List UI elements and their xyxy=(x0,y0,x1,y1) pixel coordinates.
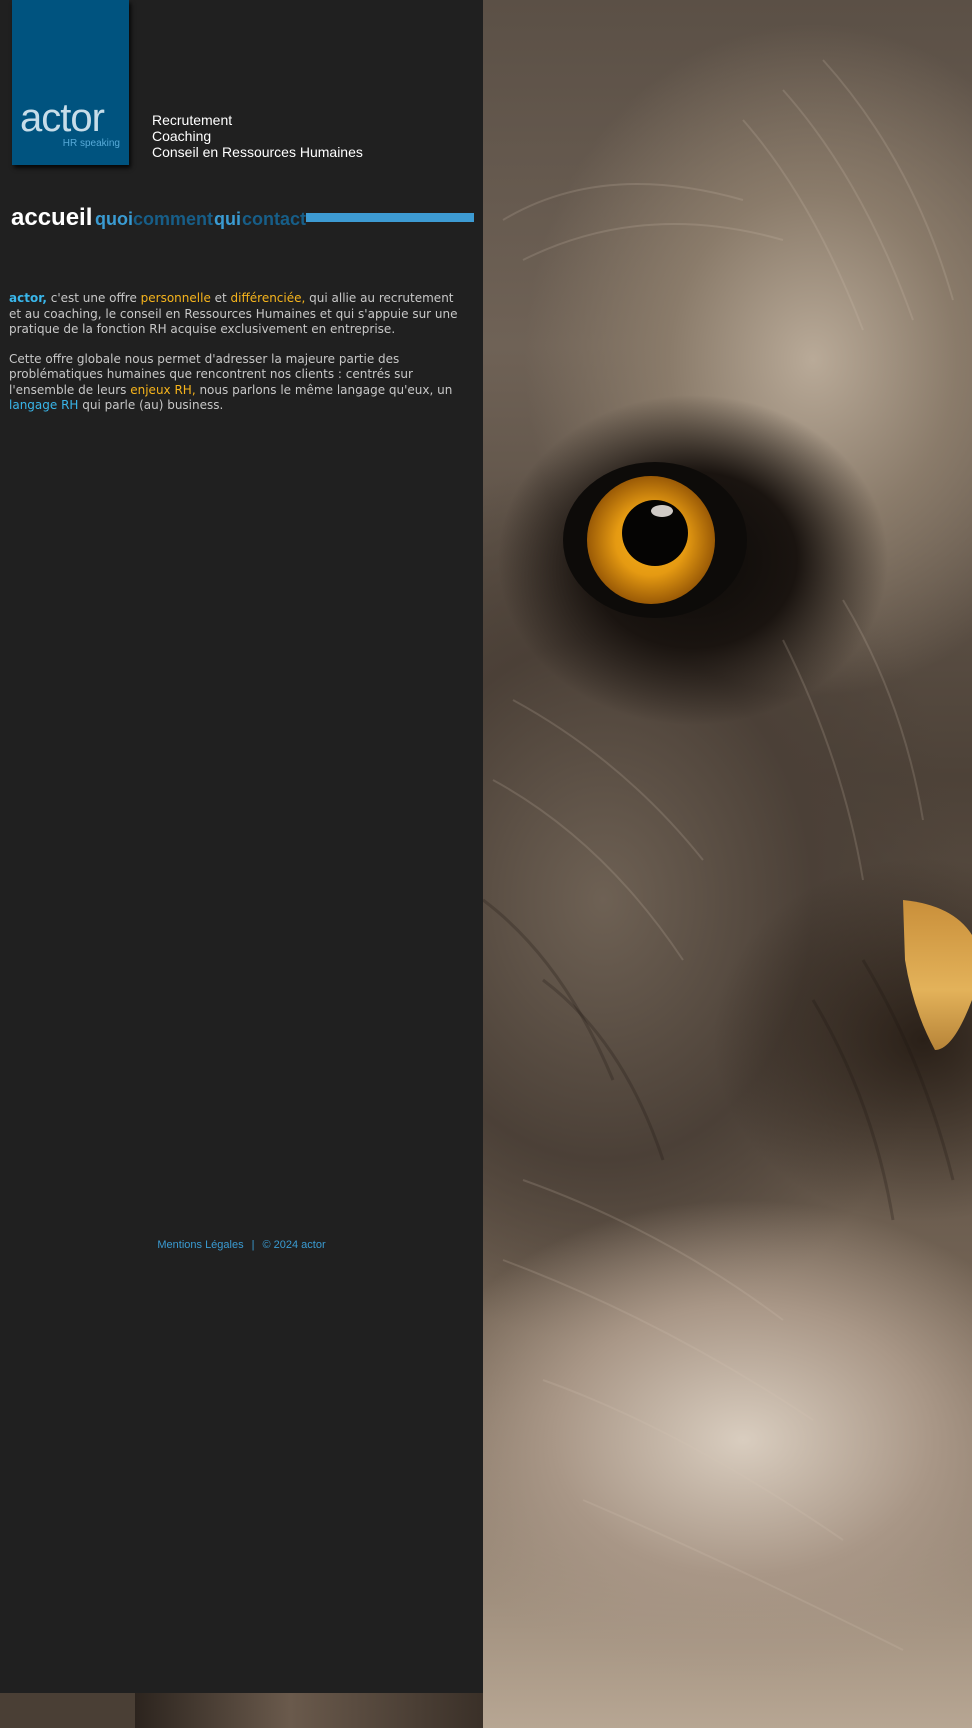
nav-item-quoi[interactable]: quoi xyxy=(95,210,133,228)
text-segment: nous parlons le même langage qu'eux, un xyxy=(195,382,453,397)
footer: Mentions Légales | © 2024 actor xyxy=(0,1239,483,1251)
content-panel: actor HR speaking Recrutement Coaching C… xyxy=(0,0,483,1693)
nav-accent-bar xyxy=(306,213,474,222)
logo-subtitle: HR speaking xyxy=(62,138,120,149)
nav-item-accueil[interactable]: accueil xyxy=(11,206,92,230)
tagline-line: Conseil en Ressources Humaines xyxy=(152,144,363,160)
highlight-differenciee: différenciée, xyxy=(230,291,306,305)
mentions-legales-link[interactable]: Mentions Légales xyxy=(157,1239,243,1251)
owl-photo-art xyxy=(483,59,972,1651)
brand-name: actor, xyxy=(9,291,47,305)
nav-item-contact[interactable]: contact xyxy=(242,210,306,228)
nav-item-qui[interactable]: qui xyxy=(214,210,241,228)
nav-item-comment[interactable]: comment xyxy=(133,210,213,228)
copyright: © 2024 actor xyxy=(262,1239,326,1251)
page: actor HR speaking Recrutement Coaching C… xyxy=(0,0,972,1728)
bottom-photo-strip xyxy=(0,1693,483,1728)
tagline-line: Coaching xyxy=(152,128,212,144)
tagline: Recrutement Coaching Conseil en Ressourc… xyxy=(152,112,363,160)
owl-photo xyxy=(483,0,972,1728)
highlight-enjeux-rh: enjeux RH, xyxy=(130,382,196,397)
footer-separator: | xyxy=(251,1239,255,1251)
intro-text: actor, c'est une offre personnelle et di… xyxy=(9,291,464,428)
text-segment: qui parle (au) business. xyxy=(78,398,224,412)
text-segment: et xyxy=(210,291,231,305)
highlight-langage-rh: langage RH xyxy=(9,398,79,412)
logo-wordmark: actor xyxy=(20,96,105,140)
main-nav: accueil quoi comment qui contact xyxy=(11,200,474,230)
tagline-line: Recrutement xyxy=(152,112,233,128)
actor-logo[interactable]: actor HR speaking xyxy=(12,0,129,165)
intro-paragraph-1: actor, c'est une offre personnelle et di… xyxy=(9,291,464,338)
text-segment: c'est une offre xyxy=(46,291,141,305)
intro-paragraph-2: Cette offre globale nous permet d'adress… xyxy=(9,352,464,414)
highlight-personnelle: personnelle xyxy=(140,291,211,305)
